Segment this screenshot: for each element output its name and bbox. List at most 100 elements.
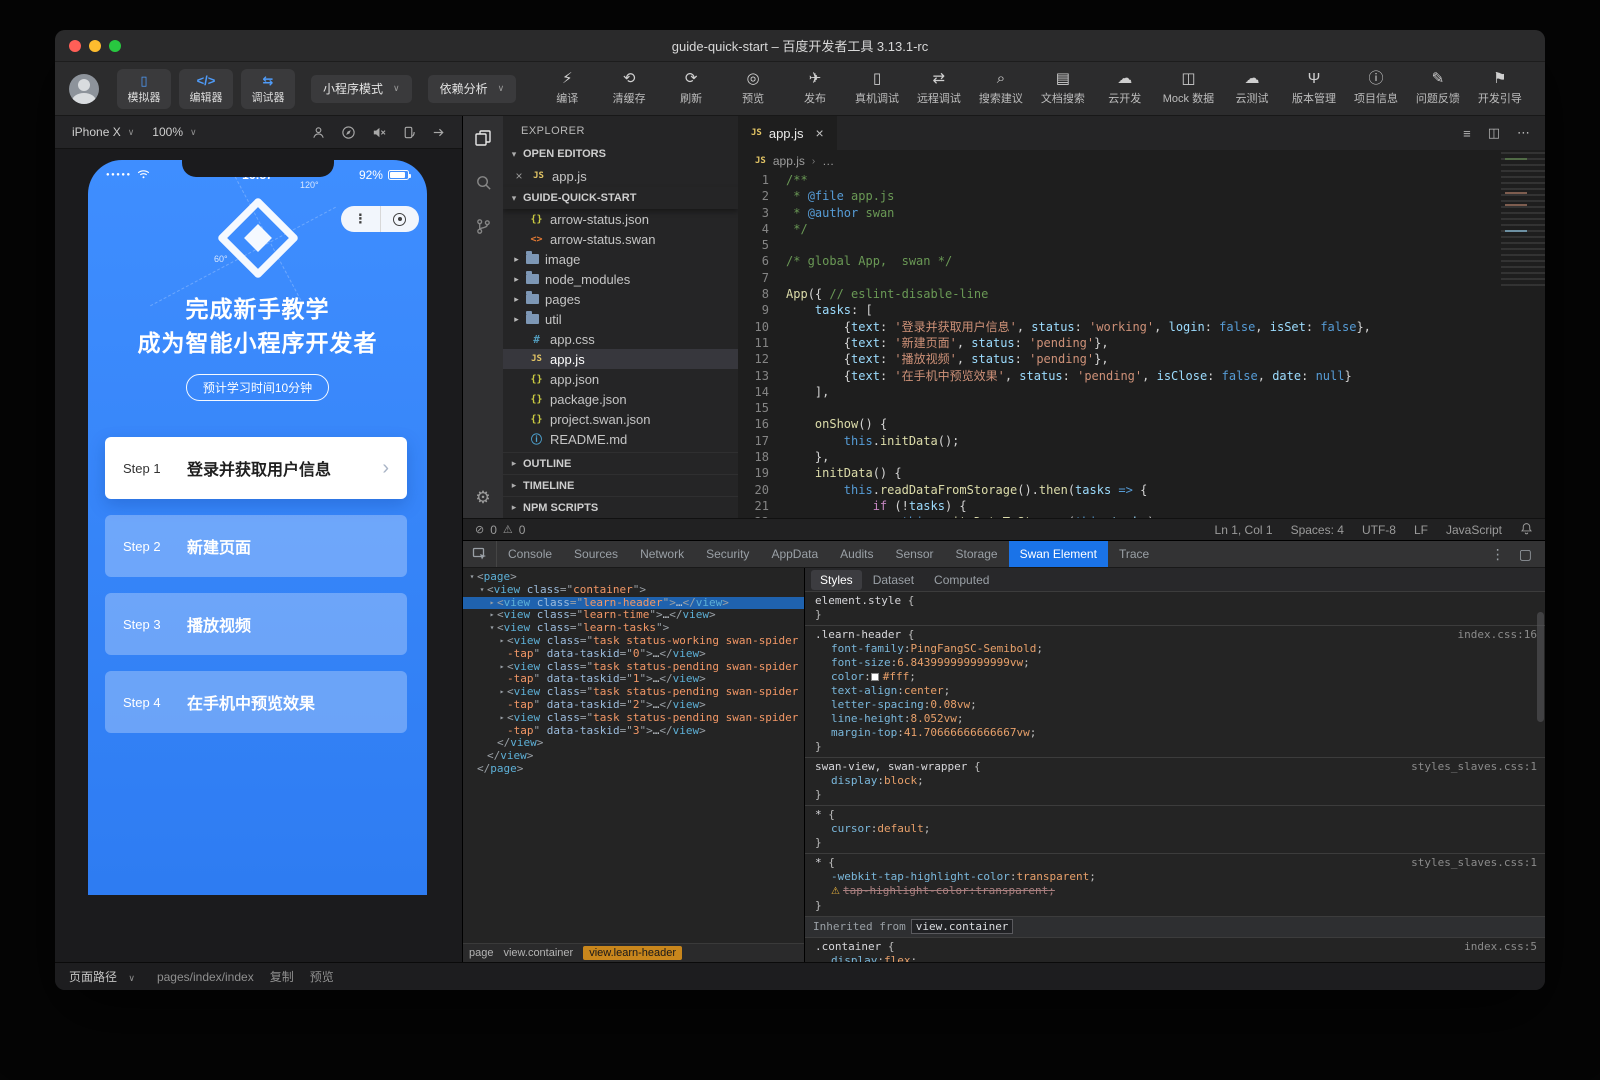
styles-tab-styles[interactable]: Styles: [811, 570, 862, 590]
style-rule-source-link[interactable]: index.css:16: [1458, 628, 1537, 642]
file-item-app.json[interactable]: {}app.json: [503, 369, 738, 389]
source-control-icon[interactable]: [474, 217, 493, 241]
elements-tree-row[interactable]: ▸<view class="task status-pending swan-s…: [463, 712, 804, 738]
inspect-element-icon[interactable]: [463, 541, 497, 567]
file-item-app.js[interactable]: JSapp.js: [503, 349, 738, 369]
analysis-dropdown[interactable]: 依赖分析 ∨: [428, 75, 517, 103]
page-path-dropdown[interactable]: 页面路径 ∨: [69, 968, 135, 985]
toolbar-action-remote-debug[interactable]: ⇄远程调试: [912, 71, 966, 106]
chevron-down-icon[interactable]: ▾: [487, 622, 497, 635]
errors-count[interactable]: 0: [490, 523, 497, 537]
device-selector[interactable]: iPhone X ∨: [63, 125, 143, 139]
file-item-node_modules[interactable]: ▸node_modules: [503, 269, 738, 289]
toolbar-action-refresh[interactable]: ⟳刷新: [664, 71, 718, 106]
file-item-app.css[interactable]: #app.css: [503, 329, 738, 349]
style-rule-source-link[interactable]: index.css:5: [1464, 940, 1537, 954]
devtools-tab-console[interactable]: Console: [497, 541, 563, 567]
css-declaration[interactable]: display:flex;: [815, 954, 1537, 962]
explorer-section-outline[interactable]: ▸OUTLINE: [503, 452, 738, 474]
styles-tab-dataset[interactable]: Dataset: [864, 570, 923, 590]
step-card[interactable]: Step 3播放视频: [105, 593, 407, 655]
devtools-tab-storage[interactable]: Storage: [945, 541, 1009, 567]
split-editor-icon[interactable]: ◫: [1488, 125, 1500, 141]
notifications-bell-icon[interactable]: [1520, 522, 1533, 538]
elements-breadcrumb-item[interactable]: page: [469, 947, 493, 959]
zoom-selector[interactable]: 100% ∨: [143, 125, 205, 139]
mode-button-debugger[interactable]: ⇆调试器: [241, 69, 295, 109]
file-item-package.json[interactable]: {}package.json: [503, 389, 738, 409]
css-declaration[interactable]: ⚠tap-highlight-color:transparent;: [815, 884, 1537, 899]
file-item-project.swan.json[interactable]: {}project.swan.json: [503, 409, 738, 429]
more-actions-icon[interactable]: ⋯: [1517, 125, 1530, 141]
explorer-icon[interactable]: [473, 128, 493, 153]
elements-breadcrumb-item[interactable]: view.container: [503, 947, 573, 959]
css-declaration[interactable]: margin-top:41.70666666666667vw;: [815, 726, 1537, 740]
toolbar-action-project-info[interactable]: ⓘ项目信息: [1349, 71, 1403, 106]
toolbar-action-mock-data[interactable]: ◫Mock 数据: [1160, 71, 1217, 106]
open-editors-section[interactable]: ▾ OPEN EDITORS: [503, 143, 738, 165]
compass-icon[interactable]: [341, 125, 356, 140]
language-mode[interactable]: JavaScript: [1446, 523, 1502, 537]
toolbar-action-doc-search[interactable]: ▤文档搜索: [1036, 71, 1090, 106]
dock-icon[interactable]: ▢: [1519, 546, 1532, 563]
toolbar-action-feedback[interactable]: ✎问题反馈: [1411, 71, 1465, 106]
warnings-icon[interactable]: ⚠: [503, 523, 513, 536]
devtools-tab-audits[interactable]: Audits: [829, 541, 884, 567]
minimap[interactable]: [1501, 152, 1545, 290]
chevron-right-icon[interactable]: ▸: [497, 712, 507, 738]
editor-tab-appjs[interactable]: JS app.js ×: [738, 116, 837, 150]
toolbar-action-dev-guide[interactable]: ⚑开发引导: [1473, 71, 1527, 106]
outline-menu-icon[interactable]: ≡: [1463, 126, 1471, 141]
chevron-right-icon[interactable]: ▸: [497, 635, 507, 661]
minimize-window-button[interactable]: [89, 40, 101, 52]
chevron-right-icon[interactable]: ▸: [487, 597, 497, 610]
devtools-tab-trace[interactable]: Trace: [1108, 541, 1160, 567]
errors-icon[interactable]: ⊘: [475, 523, 484, 536]
elements-tree[interactable]: ▾<page>▾<view class="container">▸<view c…: [463, 568, 804, 943]
toolbar-action-cloud-test[interactable]: ☁云测试: [1225, 71, 1279, 106]
mode-dropdown[interactable]: 小程序模式 ∨: [311, 75, 412, 103]
devtools-tab-security[interactable]: Security: [695, 541, 760, 567]
copy-button[interactable]: 复制: [270, 968, 294, 985]
rotate-device-icon[interactable]: [401, 125, 416, 140]
chevron-down-icon[interactable]: ▾: [467, 571, 477, 584]
file-item-README.md[interactable]: ⓘREADME.md: [503, 429, 738, 449]
devtools-tab-sources[interactable]: Sources: [563, 541, 629, 567]
eol-setting[interactable]: LF: [1414, 523, 1428, 537]
css-declaration[interactable]: text-align:center;: [815, 684, 1537, 698]
preview-link-button[interactable]: 预览: [310, 968, 334, 985]
elements-tree-row[interactable]: ▸<view class="task status-working swan-s…: [463, 635, 804, 661]
toolbar-action-version-control[interactable]: Ψ版本管理: [1287, 71, 1341, 106]
elements-breadcrumb-item[interactable]: view.learn-header: [583, 946, 682, 960]
file-item-arrow-status.swan[interactable]: <>arrow-status.swan: [503, 229, 738, 249]
more-menu-button[interactable]: ⋮: [341, 206, 380, 232]
maximize-window-button[interactable]: [109, 40, 121, 52]
style-rule-source-link[interactable]: styles_slaves.css:1: [1411, 760, 1537, 774]
explorer-section-npm-scripts[interactable]: ▸NPM SCRIPTS: [503, 496, 738, 518]
explorer-section-timeline[interactable]: ▸TIMELINE: [503, 474, 738, 496]
step-card[interactable]: Step 4在手机中预览效果: [105, 671, 407, 733]
breadcrumb-file[interactable]: app.js: [773, 154, 805, 168]
styles-tab-computed[interactable]: Computed: [925, 570, 998, 590]
css-declaration[interactable]: line-height:8.052vw;: [815, 712, 1537, 726]
toolbar-action-preview[interactable]: ◎预览: [726, 71, 780, 106]
close-icon[interactable]: ×: [513, 169, 525, 183]
encoding[interactable]: UTF-8: [1362, 523, 1396, 537]
style-rule-source-link[interactable]: styles_slaves.css:1: [1411, 856, 1537, 870]
toolbar-action-clear-cache[interactable]: ⟲清缓存: [602, 71, 656, 106]
css-declaration[interactable]: font-size:6.843999999999999vw;: [815, 656, 1537, 670]
toolbar-action-cloud-dev[interactable]: ☁云开发: [1098, 71, 1152, 106]
detach-arrow-icon[interactable]: [431, 125, 446, 140]
breadcrumb-more[interactable]: …: [822, 154, 834, 168]
search-icon[interactable]: [474, 173, 493, 197]
chevron-right-icon[interactable]: ▸: [487, 609, 497, 622]
settings-gear-icon[interactable]: ⚙: [475, 488, 490, 508]
breadcrumb[interactable]: JS app.js › …: [738, 150, 1545, 172]
chevron-down-icon[interactable]: ▾: [477, 584, 487, 597]
code-area[interactable]: 1/**2 * @file app.js3 * @author swan4 */…: [738, 172, 1545, 518]
file-item-util[interactable]: ▸util: [503, 309, 738, 329]
css-declaration[interactable]: color:#fff;: [815, 670, 1537, 684]
project-section[interactable]: ▾ GUIDE-QUICK-START: [503, 187, 738, 209]
devtools-tab-swan-element[interactable]: Swan Element: [1009, 541, 1108, 567]
mode-button-editor[interactable]: </>编辑器: [179, 69, 233, 109]
